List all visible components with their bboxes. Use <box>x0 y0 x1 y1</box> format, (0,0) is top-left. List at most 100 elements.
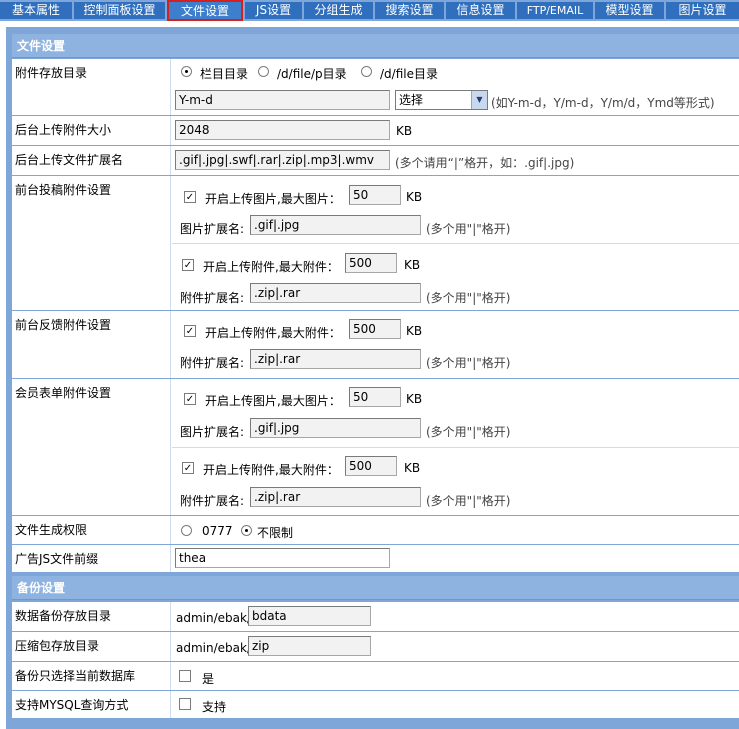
current-db-check-label: 是 <box>202 672 215 686</box>
front-feedback-file-hint: (多个用"|"格开) <box>426 356 511 370</box>
extensions-label: 后台上传文件扩展名 <box>12 146 171 175</box>
row-member-form: 会员表单附件设置 ✓ 开启上传图片,最大图片： 50 KB 图片扩展名: .gi… <box>12 379 739 515</box>
front-submit-img-ext-label: 图片扩展名: <box>180 222 245 236</box>
tab-group-generate[interactable]: 分组生成 <box>304 2 373 19</box>
front-feedback-file-checkbox[interactable]: ✓ <box>184 325 196 337</box>
current-db-checkbox[interactable] <box>179 670 191 682</box>
front-feedback-file-unit: KB <box>406 324 423 338</box>
member-form-img-ext-input[interactable]: .gif|.jpg <box>250 418 421 438</box>
current-db-label: 备份只选择当前数据库 <box>12 662 171 690</box>
front-submit-file-ext-label: 附件扩展名: <box>180 291 245 305</box>
front-feedback-file-size-input[interactable]: 500 <box>349 319 401 339</box>
front-submit-img-hint: (多个用"|"格开) <box>426 222 511 236</box>
member-form-img-ext-label: 图片扩展名: <box>180 425 245 439</box>
extensions-hint: (多个请用“|”格开，如：.gif|.jpg) <box>395 156 575 170</box>
radio-perm-0777-label: 0777 <box>202 524 233 538</box>
front-submit-file-hint: (多个用"|"格开) <box>426 291 511 305</box>
radio-dfile-dir-label: /d/file目录 <box>380 67 438 81</box>
front-submit-file-size-input[interactable]: 500 <box>345 253 397 273</box>
row-zip-dir: 压缩包存放目录 admin/ebak/ zip <box>12 632 739 661</box>
mysql-query-check-label: 支持 <box>202 700 227 714</box>
front-submit-file-checkbox[interactable]: ✓ <box>182 259 194 271</box>
zip-dir-prefix: admin/ebak/ <box>176 641 251 655</box>
front-feedback-file-ext-input[interactable]: .zip|.rar <box>250 349 421 369</box>
mysql-query-checkbox[interactable] <box>179 698 191 710</box>
date-format-input[interactable]: Y-m-d <box>175 90 390 110</box>
max-upload-unit: KB <box>396 124 413 138</box>
tab-image-settings[interactable]: 图片设置 <box>666 2 739 19</box>
file-perm-label: 文件生成权限 <box>12 516 171 544</box>
chevron-down-icon[interactable]: ▼ <box>471 91 487 109</box>
member-form-img-unit: KB <box>406 392 423 406</box>
front-submit-label: 前台投稿附件设置 <box>12 176 171 310</box>
zip-dir-input[interactable]: zip <box>248 636 371 656</box>
ad-js-prefix-input[interactable]: thea <box>175 548 390 568</box>
front-feedback-file-ext-label: 附件扩展名: <box>180 356 245 370</box>
member-form-label: 会员表单附件设置 <box>12 379 171 515</box>
row-file-perm: 文件生成权限 0777 不限制 <box>12 516 739 544</box>
tab-info-settings[interactable]: 信息设置 <box>446 2 515 19</box>
row-divider <box>172 243 739 244</box>
row-extensions: 后台上传文件扩展名 .gif|.jpg|.swf|.rar|.zip|.mp3|… <box>12 146 739 175</box>
row-attach-dir: 附件存放目录 栏目目录 /d/file/p目录 /d/file目录 Y-m-d … <box>12 59 739 115</box>
member-form-file-check-label: 开启上传附件,最大附件： <box>203 463 339 477</box>
backup-section-header: 备份设置 <box>12 576 739 600</box>
tab-search-settings[interactable]: 搜索设置 <box>375 2 444 19</box>
front-feedback-file-check-label: 开启上传附件,最大附件： <box>205 326 341 340</box>
tab-basic[interactable]: 基本属性 <box>0 2 72 19</box>
member-form-img-check-label: 开启上传图片,最大图片： <box>205 394 341 408</box>
max-upload-label: 后台上传附件大小 <box>12 116 171 145</box>
tab-ftp-email[interactable]: FTP/EMAIL <box>517 2 593 19</box>
zip-dir-label: 压缩包存放目录 <box>12 632 171 661</box>
row-front-feedback: 前台反馈附件设置 ✓ 开启上传附件,最大附件： 500 KB 附件扩展名: .z… <box>12 311 739 378</box>
front-submit-img-checkbox[interactable]: ✓ <box>184 191 196 203</box>
member-form-file-unit: KB <box>404 461 421 475</box>
front-feedback-label: 前台反馈附件设置 <box>12 311 171 378</box>
row-mysql-query: 支持MYSQL查询方式 支持 <box>12 691 739 718</box>
member-form-img-size-input[interactable]: 50 <box>349 387 401 407</box>
front-submit-file-check-label: 开启上传附件,最大附件： <box>203 260 339 274</box>
backup-dir-input[interactable]: bdata <box>248 606 371 626</box>
backup-dir-label: 数据备份存放目录 <box>12 602 171 631</box>
max-upload-input[interactable]: 2048 <box>175 120 390 140</box>
radio-perm-unlimited[interactable] <box>241 525 252 536</box>
radio-column-dir[interactable] <box>181 66 192 77</box>
row-current-db: 备份只选择当前数据库 是 <box>12 662 739 690</box>
backup-dir-prefix: admin/ebak/ <box>176 611 251 625</box>
date-format-hint: (如Y-m-d，Y/m-d，Y/m/d，Ymd等形式) <box>491 96 715 110</box>
member-form-img-hint: (多个用"|"格开) <box>426 425 511 439</box>
mysql-query-label: 支持MYSQL查询方式 <box>12 691 171 718</box>
ad-js-prefix-label: 广告JS文件前缀 <box>12 545 171 572</box>
tab-model-settings[interactable]: 模型设置 <box>595 2 664 19</box>
date-format-select[interactable]: 选择 ▼ <box>395 90 488 110</box>
member-form-file-hint: (多个用"|"格开) <box>426 494 511 508</box>
tab-js-settings[interactable]: JS设置 <box>245 2 302 19</box>
row-backup-dir: 数据备份存放目录 admin/ebak/ bdata <box>12 602 739 631</box>
front-submit-img-ext-input[interactable]: .gif|.jpg <box>250 215 421 235</box>
radio-perm-0777[interactable] <box>181 525 192 536</box>
member-form-file-ext-label: 附件扩展名: <box>180 494 245 508</box>
tab-control-panel[interactable]: 控制面板设置 <box>74 2 165 19</box>
radio-dfile-p-dir-label: /d/file/p目录 <box>277 67 347 81</box>
row-ad-js-prefix: 广告JS文件前缀 thea <box>12 545 739 572</box>
attach-dir-label: 附件存放目录 <box>12 59 171 115</box>
row-max-upload: 后台上传附件大小 2048 KB <box>12 116 739 145</box>
radio-dfile-dir[interactable] <box>361 66 372 77</box>
tab-file-settings[interactable]: 文件设置 <box>167 0 243 21</box>
tab-bar: 基本属性 控制面板设置 文件设置 JS设置 分组生成 搜索设置 信息设置 FTP… <box>0 0 739 21</box>
member-form-file-ext-input[interactable]: .zip|.rar <box>250 487 421 507</box>
file-section-header: 文件设置 <box>12 34 739 58</box>
front-submit-img-size-input[interactable]: 50 <box>349 185 401 205</box>
front-submit-file-ext-input[interactable]: .zip|.rar <box>250 283 421 303</box>
radio-dfile-p-dir[interactable] <box>258 66 269 77</box>
member-form-file-size-input[interactable]: 500 <box>345 456 397 476</box>
row-divider <box>172 447 739 448</box>
radio-perm-unlimited-label: 不限制 <box>257 526 294 540</box>
member-form-file-checkbox[interactable]: ✓ <box>182 462 194 474</box>
front-submit-img-unit: KB <box>406 190 423 204</box>
member-form-img-checkbox[interactable]: ✓ <box>184 393 196 405</box>
date-format-select-value: 选择 <box>399 93 424 107</box>
front-submit-file-unit: KB <box>404 258 421 272</box>
row-front-submit: 前台投稿附件设置 ✓ 开启上传图片,最大图片： 50 KB 图片扩展名: .gi… <box>12 176 739 310</box>
extensions-input[interactable]: .gif|.jpg|.swf|.rar|.zip|.mp3|.wmv <box>175 150 390 170</box>
